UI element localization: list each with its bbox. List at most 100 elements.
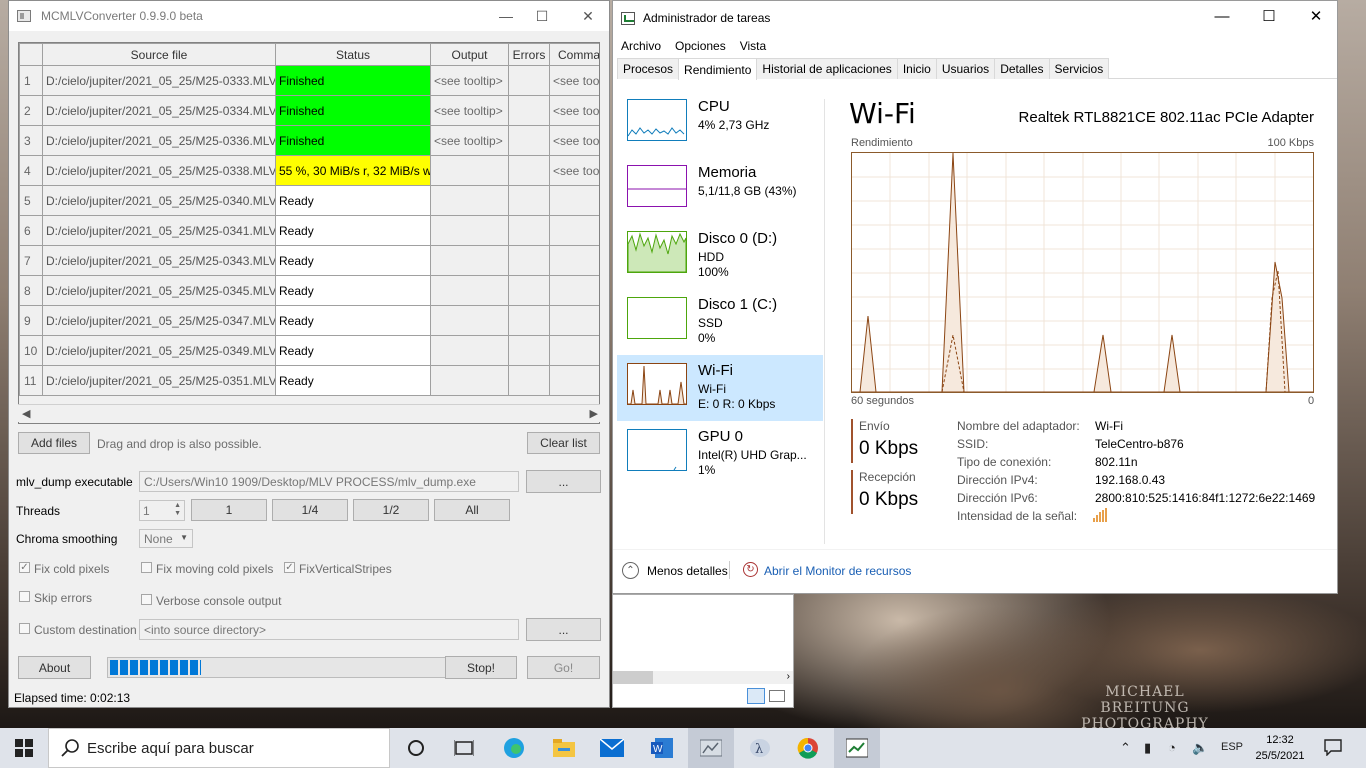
graph-label: Rendimiento [851,137,913,149]
column-header[interactable]: Errors [508,43,550,66]
verbose-checkbox[interactable] [141,594,152,605]
volume-icon[interactable]: 🔈 [1192,740,1208,756]
table-row[interactable]: 10 D:/cielo/jupiter/2021_05_25/M25-0349.M… [19,335,599,366]
fix-moving-label: Fix moving cold pixels [156,562,274,576]
menu-opciones[interactable]: Opciones [675,39,726,53]
resource-monitor-link[interactable]: Abrir el Monitor de recursos [764,564,911,578]
file-grid[interactable]: Source file Status Output Errors Commar 1 D:/… [18,42,600,424]
language-indicator[interactable]: ESP [1221,741,1243,753]
clock[interactable]: 12:32 25/5/2021 [1252,732,1308,764]
table-row[interactable]: 8 D:/cielo/jupiter/2021_05_25/M25-0345.ML… [19,275,599,306]
mlv-dump-path-field[interactable]: C:/Users/Win10 1909/Desktop/MLV PROCESS/… [139,471,519,492]
skip-errors-checkbox[interactable] [19,591,30,602]
tab-historial[interactable]: Historial de aplicaciones [756,58,898,79]
column-header[interactable]: Output [430,43,509,66]
maximize-button[interactable]: ☐ [1246,1,1292,31]
mcmlv-taskbar-icon[interactable] [699,736,723,760]
scroll-right-icon[interactable]: › [787,671,790,682]
mail-icon[interactable] [600,736,624,760]
table-row[interactable]: 7 D:/cielo/jupiter/2021_05_25/M25-0343.ML… [19,245,599,276]
command-cell [549,365,599,396]
maximize-button[interactable]: ☐ [519,1,565,31]
menu-archivo[interactable]: Archivo [621,39,661,53]
wifi-icon[interactable]: ◔ [1168,740,1176,755]
close-button[interactable]: ✕ [1293,1,1339,31]
table-row[interactable]: 2 D:/cielo/jupiter/2021_05_25/M25-0334.ML… [19,95,599,126]
stop-button[interactable]: Stop! [445,656,517,679]
fix-vertical-checkbox[interactable]: ✓ [284,562,295,573]
tiles-view-icon[interactable] [769,690,785,702]
table-row[interactable]: 5 D:/cielo/jupiter/2021_05_25/M25-0340.ML… [19,185,599,216]
horizontal-scrollbar[interactable]: ◀ ▶ [18,404,600,422]
column-header[interactable]: Commar [549,43,599,66]
windows-start-icon[interactable] [12,736,36,760]
spinner-arrows-icon[interactable]: ▲ ▼ [174,502,181,518]
table-row[interactable]: 9 D:/cielo/jupiter/2021_05_25/M25-0347.ML… [19,305,599,336]
tab-usuarios[interactable]: Usuarios [935,58,996,79]
table-row[interactable]: 1 D:/cielo/jupiter/2021_05_25/M25-0333.ML… [19,65,599,96]
show-hidden-icons[interactable]: ⌃ [1120,740,1131,756]
tab-servicios[interactable]: Servicios [1048,58,1110,79]
graph-max-label: 100 Kbps [1267,137,1314,149]
taskbar-search-box[interactable]: Escribe aquí para buscar [48,728,390,768]
sidebar-item-disco0[interactable]: Disco 0 (D:) HDD 100% [617,223,823,289]
threads-1-button[interactable]: 1 [191,499,267,521]
destination-field[interactable]: <into source directory> [139,619,519,640]
threads-quarter-button[interactable]: 1/4 [272,499,348,521]
cortana-icon[interactable] [404,736,428,760]
add-files-button[interactable]: Add files [18,432,90,454]
sidebar-item-wifi[interactable]: Wi-Fi Wi-Fi E: 0 R: 0 Kbps [617,355,823,421]
threads-half-button[interactable]: 1/2 [353,499,429,521]
sidebar-item-disco1[interactable]: Disco 1 (C:) SSD 0% [617,289,823,355]
threads-all-button[interactable]: All [434,499,510,521]
go-button[interactable]: Go! [527,656,600,679]
details-view-icon[interactable] [747,688,765,704]
tab-rendimiento[interactable]: Rendimiento [678,58,758,80]
lambda-app-icon[interactable]: λ [748,736,772,760]
errors-cell [508,125,550,156]
disk0-thumbnail [627,231,687,273]
column-header[interactable]: Source file [42,43,276,66]
browse-mlv-dump-button[interactable]: ... [526,470,601,493]
minimize-button[interactable]: — [1199,1,1245,31]
clear-list-button[interactable]: Clear list [527,432,600,454]
tab-detalles[interactable]: Detalles [994,58,1050,79]
scrollbar-thumb[interactable] [613,671,653,684]
file-explorer-icon[interactable] [552,736,576,760]
table-row[interactable]: 4 D:/cielo/jupiter/2021_05_25/M25-0338.ML… [19,155,599,186]
close-button[interactable]: ✕ [565,1,611,31]
threads-spinner[interactable]: 1 ▲ ▼ [139,500,185,521]
sidebar-item-memoria[interactable]: Memoria 5,1/11,8 GB (43%) [617,157,823,223]
fix-moving-checkbox[interactable] [141,562,152,573]
table-row[interactable]: 6 D:/cielo/jupiter/2021_05_25/M25-0341.ML… [19,215,599,246]
menu-vista[interactable]: Vista [740,39,766,53]
battery-icon[interactable]: ▮ [1144,740,1151,756]
source-file-cell: D:/cielo/jupiter/2021_05_25/M25-0345.MLV [42,275,276,306]
notifications-icon[interactable] [1324,738,1342,759]
wifi-title: Wi-Fi [698,362,733,379]
sidebar-item-cpu[interactable]: CPU 4% 2,73 GHz [617,91,823,157]
tab-inicio[interactable]: Inicio [896,58,937,79]
fix-cold-checkbox[interactable]: ✓ [19,562,30,573]
custom-dest-checkbox[interactable] [19,623,30,634]
sidebar-item-gpu[interactable]: GPU 0 Intel(R) UHD Grap... 1% [617,421,823,487]
edge-icon[interactable] [502,736,526,760]
chroma-select[interactable]: None ▼ [139,529,193,548]
browse-destination-button[interactable]: ... [526,618,601,641]
tab-procesos[interactable]: Procesos [617,58,680,79]
about-button[interactable]: About [18,656,91,679]
chrome-icon[interactable] [796,736,820,760]
less-details-link[interactable]: Menos detalles [647,564,728,578]
scroll-right-icon[interactable]: ▶ [590,407,598,420]
task-view-icon[interactable] [452,736,476,760]
table-row[interactable]: 3 D:/cielo/jupiter/2021_05_25/M25-0336.ML… [19,125,599,156]
page-title: Wi-Fi [849,97,916,130]
column-header[interactable]: Status [275,43,431,66]
column-header[interactable] [19,43,43,66]
table-row[interactable]: 11 D:/cielo/jupiter/2021_05_25/M25-0351.M… [19,365,599,396]
scroll-left-icon[interactable]: ◀ [22,407,30,420]
background-window-scrollbar[interactable]: › [613,671,793,684]
chevron-up-icon[interactable]: ⌃ [622,562,639,579]
word-icon[interactable]: W [650,736,674,760]
task-manager-taskbar-icon[interactable] [845,736,869,760]
